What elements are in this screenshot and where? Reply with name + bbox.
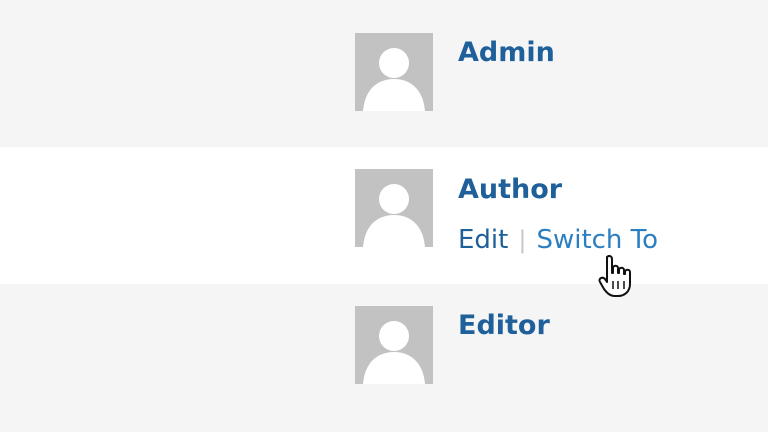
users-list: Admin Author Edit | Switch To Editor [0,0,768,432]
action-separator: | [518,226,527,254]
user-row-admin: Admin [0,0,768,147]
row-actions: Edit | Switch To [458,227,658,253]
username-link[interactable]: Admin [458,39,555,66]
default-avatar-icon [355,306,433,384]
avatar[interactable] [355,169,433,247]
username-link[interactable]: Author [458,176,562,203]
default-avatar-icon [355,169,433,247]
avatar[interactable] [355,33,433,111]
avatar[interactable] [355,306,433,384]
user-row-author: Author Edit | Switch To [0,147,768,284]
username-link[interactable]: Editor [458,312,550,339]
switch-to-link[interactable]: Switch To [536,225,658,255]
default-avatar-icon [355,33,433,111]
user-row-editor: Editor [0,284,768,432]
edit-link[interactable]: Edit [458,225,508,255]
